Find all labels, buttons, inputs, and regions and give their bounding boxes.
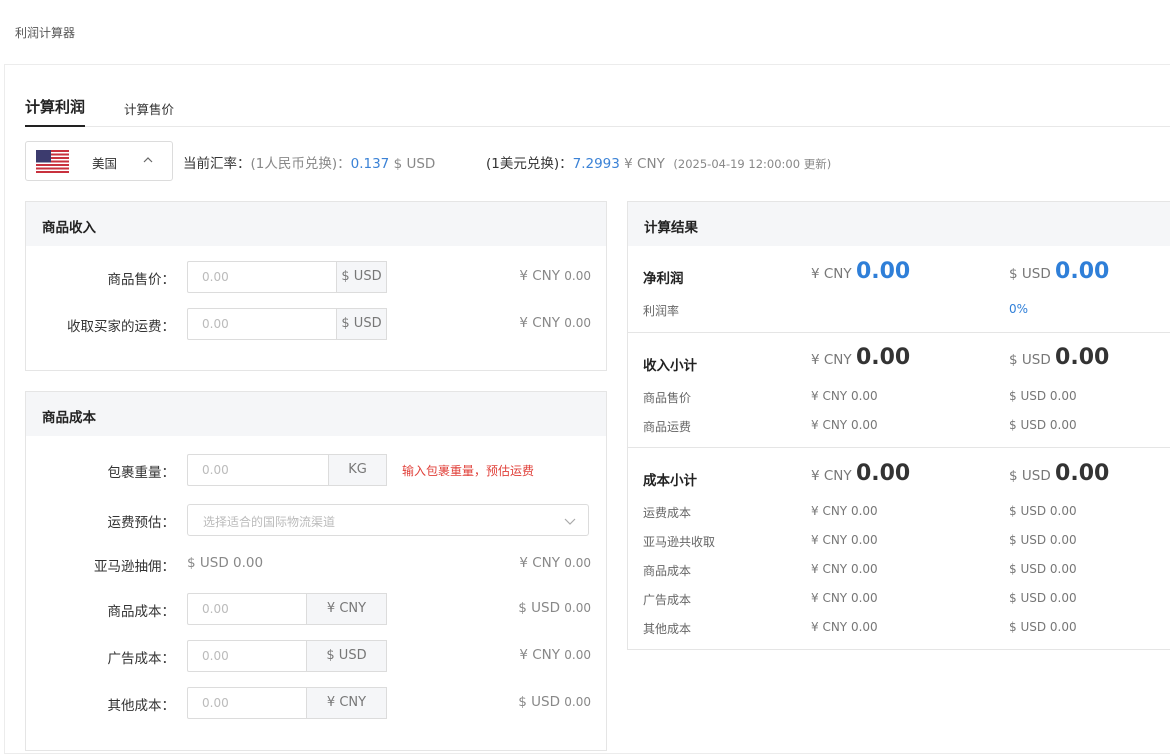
ad-cost-field[interactable]: $ USD <box>187 640 387 672</box>
product-cost-field[interactable]: ¥ CNY <box>187 593 387 625</box>
buyer-shipping-currency: $ USD <box>336 308 387 340</box>
us-flag-icon <box>36 150 69 173</box>
buyer-shipping-cny: ¥ CNY 0.00 <box>519 315 591 331</box>
cost-subtotal-usd: $ USD 0.00 <box>1009 461 1110 486</box>
cost-item-usd: $ USD 0.00 <box>1009 591 1077 605</box>
page-title: 利润计算器 <box>15 26 76 40</box>
cost-subtotal-cny: ¥ CNY 0.00 <box>811 461 911 486</box>
income-item-label: 商品售价 <box>643 391 692 405</box>
buyer-shipping-label: 收取买家的运费： <box>67 319 175 335</box>
chevron-up-icon <box>143 157 153 163</box>
rate-updated-time: (2025-04-19 12:00:00 更新) <box>673 157 832 171</box>
shipping-channel-placeholder: 选择适合的国际物流渠道 <box>203 515 336 529</box>
exchange-rate-usd: (1美元兑换)：7.2993 ¥ CNY (2025-04-19 12:00:0… <box>486 156 832 172</box>
divider <box>628 332 1170 333</box>
ad-cost-currency: $ USD <box>306 640 387 672</box>
other-cost-usd: $ USD 0.00 <box>518 694 591 710</box>
margin-value: 0% <box>1009 302 1029 316</box>
net-profit-label: 净利润 <box>643 271 684 287</box>
other-cost-field[interactable]: ¥ CNY <box>187 687 387 719</box>
cost-item-label: 广告成本 <box>643 593 692 607</box>
cost-item-label: 商品成本 <box>643 564 692 578</box>
net-profit-usd: $ USD 0.00 <box>1009 259 1110 284</box>
ad-cost-cny: ¥ CNY 0.00 <box>519 647 591 663</box>
income-subtotal-cny: ¥ CNY 0.00 <box>811 345 911 370</box>
cost-subtotal-label: 成本小计 <box>643 473 697 489</box>
country-select[interactable]: 美国 <box>25 141 173 181</box>
commission-value: $ USD 0.00 <box>187 555 264 571</box>
country-name: 美国 <box>92 156 118 171</box>
buyer-shipping-field[interactable]: $ USD <box>187 308 387 340</box>
other-cost-label: 其他成本： <box>107 698 176 714</box>
net-profit-cny: ¥ CNY 0.00 <box>811 259 911 284</box>
income-subtotal-label: 收入小计 <box>643 358 697 374</box>
weight-field[interactable]: KG <box>187 454 387 486</box>
ad-cost-label: 广告成本： <box>107 651 176 667</box>
income-item-usd: $ USD 0.00 <box>1009 418 1077 432</box>
other-cost-currency: ¥ CNY <box>306 687 387 719</box>
sale-price-cny: ¥ CNY 0.00 <box>519 268 591 284</box>
income-subtotal-usd: $ USD 0.00 <box>1009 345 1110 370</box>
commission-cny: ¥ CNY 0.00 <box>519 555 591 571</box>
cost-item-cny: ¥ CNY 0.00 <box>811 504 878 518</box>
result-title: 计算结果 <box>644 220 698 236</box>
top-bar: 利润计算器 <box>0 0 1170 64</box>
cost-item-label: 亚马逊共收取 <box>643 535 716 549</box>
weight-label: 包裹重量： <box>107 465 176 481</box>
income-item-usd: $ USD 0.00 <box>1009 389 1077 403</box>
weight-warning: 输入包裹重量，预估运费 <box>402 464 535 478</box>
cost-item-cny: ¥ CNY 0.00 <box>811 533 878 547</box>
income-item-cny: ¥ CNY 0.00 <box>811 389 878 403</box>
cost-item-cny: ¥ CNY 0.00 <box>811 620 878 634</box>
cost-item-usd: $ USD 0.00 <box>1009 562 1077 576</box>
margin-label: 利润率 <box>643 304 680 318</box>
product-cost-usd: $ USD 0.00 <box>518 600 591 616</box>
cost-item-label: 其他成本 <box>643 622 692 636</box>
weight-unit: KG <box>328 454 387 486</box>
cost-item-usd: $ USD 0.00 <box>1009 620 1077 634</box>
sale-price-label: 商品售价： <box>107 272 176 288</box>
chevron-down-icon <box>564 518 576 525</box>
income-item-cny: ¥ CNY 0.00 <box>811 418 878 432</box>
cost-item-usd: $ USD 0.00 <box>1009 533 1077 547</box>
income-title: 商品收入 <box>42 220 96 236</box>
divider <box>628 447 1170 448</box>
commission-label: 亚马逊抽佣： <box>94 559 175 575</box>
cost-item-label: 运费成本 <box>643 506 692 520</box>
cost-item-usd: $ USD 0.00 <box>1009 504 1077 518</box>
exchange-rate-cny: 当前汇率：(1人民币兑换)：0.137 $ USD <box>183 156 436 172</box>
shipping-estimate-label: 运费预估： <box>107 515 176 531</box>
tab-bar: 计算利润 计算售价 <box>25 95 1170 127</box>
cost-item-cny: ¥ CNY 0.00 <box>811 591 878 605</box>
sale-price-field[interactable]: $ USD <box>187 261 387 293</box>
cost-title: 商品成本 <box>42 410 96 426</box>
product-cost-label: 商品成本： <box>107 604 176 620</box>
tab-calc-price[interactable]: 计算售价 <box>124 95 174 127</box>
cost-item-cny: ¥ CNY 0.00 <box>811 562 878 576</box>
shipping-channel-select[interactable]: 选择适合的国际物流渠道 <box>187 504 589 536</box>
income-item-label: 商品运费 <box>643 420 692 434</box>
product-cost-currency: ¥ CNY <box>306 593 387 625</box>
tab-calc-profit[interactable]: 计算利润 <box>25 95 85 127</box>
sale-price-currency: $ USD <box>336 261 387 293</box>
